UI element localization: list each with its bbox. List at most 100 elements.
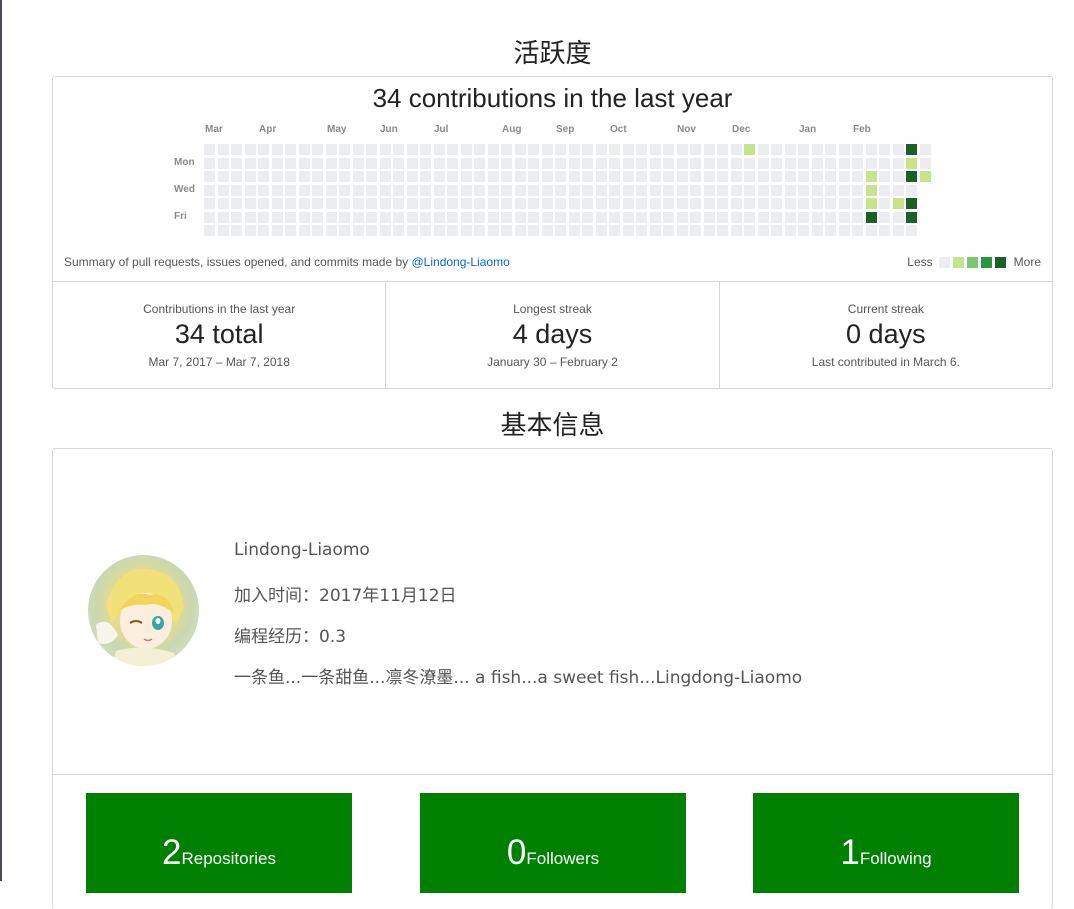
contribution-day-cell[interactable] [636, 225, 647, 236]
contribution-day-cell[interactable] [852, 171, 863, 182]
contribution-day-cell[interactable] [555, 144, 566, 155]
contribution-day-cell[interactable] [663, 211, 674, 223]
contribution-day-cell[interactable] [258, 184, 269, 196]
contribution-day-cell[interactable] [852, 211, 863, 223]
contribution-day-cell[interactable] [744, 198, 755, 209]
contribution-day-cell[interactable] [217, 144, 229, 155]
contribution-day-cell[interactable] [838, 211, 850, 223]
contribution-day-cell[interactable] [703, 171, 715, 182]
contribution-day-cell[interactable] [420, 144, 431, 155]
contribution-day-cell[interactable] [285, 211, 296, 223]
contribution-day-cell[interactable] [231, 144, 242, 155]
contribution-day-cell[interactable] [825, 144, 836, 155]
contribution-day-cell[interactable] [798, 144, 809, 155]
contribution-day-cell[interactable] [231, 171, 242, 182]
contribution-day-cell[interactable] [595, 157, 607, 169]
contribution-day-cell[interactable] [690, 211, 701, 223]
contribution-day-cell[interactable] [393, 171, 404, 182]
contribution-day-cell[interactable] [906, 211, 917, 223]
contribution-day-cell[interactable] [784, 144, 796, 155]
contribution-day-cell[interactable] [609, 157, 620, 169]
contribution-day-cell[interactable] [919, 144, 931, 155]
contribution-day-cell[interactable] [366, 171, 377, 182]
contribution-day-cell[interactable] [838, 157, 850, 169]
contribution-day-cell[interactable] [231, 198, 242, 209]
contribution-day-cell[interactable] [339, 171, 350, 182]
contribution-day-cell[interactable] [568, 211, 580, 223]
contribution-day-cell[interactable] [312, 171, 323, 182]
contribution-day-cell[interactable] [231, 225, 242, 236]
contribution-day-cell[interactable] [528, 225, 539, 236]
contribution-day-cell[interactable] [771, 184, 782, 196]
contribution-day-cell[interactable] [690, 171, 701, 182]
contribution-day-cell[interactable] [730, 225, 742, 236]
contribution-day-cell[interactable] [784, 184, 796, 196]
contribution-day-cell[interactable] [285, 198, 296, 209]
contribution-day-cell[interactable] [717, 211, 728, 223]
contribution-day-cell[interactable] [501, 144, 512, 155]
contribution-day-cell[interactable] [798, 157, 809, 169]
contribution-day-cell[interactable] [892, 184, 904, 196]
contribution-day-cell[interactable] [433, 157, 445, 169]
contribution-day-cell[interactable] [919, 171, 931, 182]
contribution-day-cell[interactable] [717, 184, 728, 196]
contribution-day-cell[interactable] [352, 157, 364, 169]
contribution-day-cell[interactable] [541, 211, 553, 223]
contribution-day-cell[interactable] [460, 171, 472, 182]
contribution-day-cell[interactable] [622, 171, 634, 182]
contribution-day-cell[interactable] [784, 211, 796, 223]
contribution-day-cell[interactable] [744, 225, 755, 236]
contribution-day-cell[interactable] [217, 225, 229, 236]
contribution-day-cell[interactable] [784, 198, 796, 209]
contribution-day-cell[interactable] [271, 211, 283, 223]
contribution-day-cell[interactable] [393, 198, 404, 209]
contribution-day-cell[interactable] [757, 184, 769, 196]
contribution-day-cell[interactable] [568, 198, 580, 209]
contribution-day-cell[interactable] [717, 198, 728, 209]
contribution-day-cell[interactable] [717, 144, 728, 155]
contribution-day-cell[interactable] [744, 144, 755, 155]
contribution-day-cell[interactable] [798, 171, 809, 182]
contribution-day-cell[interactable] [325, 171, 337, 182]
contribution-day-cell[interactable] [487, 144, 499, 155]
contribution-day-cell[interactable] [312, 198, 323, 209]
contribution-day-cell[interactable] [622, 144, 634, 155]
contribution-day-cell[interactable] [339, 184, 350, 196]
contribution-day-cell[interactable] [609, 211, 620, 223]
contribution-day-cell[interactable] [703, 157, 715, 169]
contribution-day-cell[interactable] [865, 184, 877, 196]
contribution-day-cell[interactable] [393, 144, 404, 155]
contribution-day-cell[interactable] [339, 211, 350, 223]
contribution-day-cell[interactable] [879, 225, 890, 236]
contribution-day-cell[interactable] [730, 198, 742, 209]
contribution-day-cell[interactable] [649, 184, 661, 196]
repositories-button[interactable]: 2Repositories [86, 793, 352, 893]
contribution-day-cell[interactable] [676, 171, 688, 182]
contribution-day-cell[interactable] [690, 198, 701, 209]
contribution-day-cell[interactable] [325, 225, 337, 236]
contribution-day-cell[interactable] [892, 198, 904, 209]
contribution-day-cell[interactable] [555, 171, 566, 182]
contribution-day-cell[interactable] [892, 225, 904, 236]
contribution-day-cell[interactable] [649, 198, 661, 209]
contribution-day-cell[interactable] [690, 157, 701, 169]
contribution-day-cell[interactable] [460, 225, 472, 236]
contribution-day-cell[interactable] [622, 211, 634, 223]
contribution-day-cell[interactable] [204, 184, 215, 196]
contribution-day-cell[interactable] [271, 157, 283, 169]
contribution-day-cell[interactable] [663, 157, 674, 169]
contribution-day-cell[interactable] [555, 198, 566, 209]
following-button[interactable]: 1Following [753, 793, 1019, 893]
contribution-day-cell[interactable] [501, 184, 512, 196]
contribution-day-cell[interactable] [703, 225, 715, 236]
contribution-day-cell[interactable] [541, 157, 553, 169]
contribution-day-cell[interactable] [420, 157, 431, 169]
contribution-day-cell[interactable] [325, 184, 337, 196]
contribution-day-cell[interactable] [528, 144, 539, 155]
contribution-day-cell[interactable] [811, 211, 823, 223]
contribution-day-cell[interactable] [555, 157, 566, 169]
contribution-day-cell[interactable] [447, 184, 458, 196]
contribution-day-cell[interactable] [798, 198, 809, 209]
contribution-day-cell[interactable] [339, 144, 350, 155]
contribution-day-cell[interactable] [771, 211, 782, 223]
